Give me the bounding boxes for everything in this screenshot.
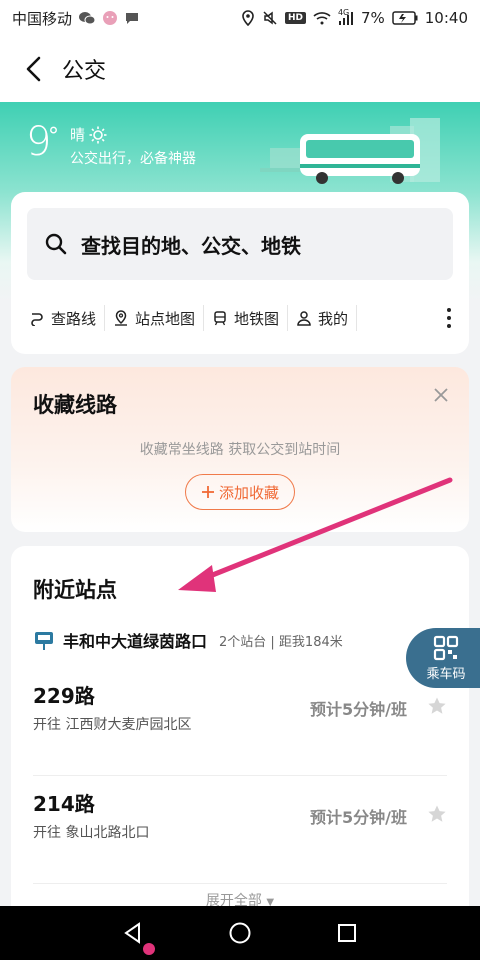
- nearby-stations-card: 附近站点 丰和中大道绿茵路口 2个站台 | 距我184米 229路 开往 江西财…: [11, 546, 469, 926]
- chevron-left-icon: [26, 56, 41, 82]
- touch-indicator-icon: [143, 943, 155, 955]
- sun-icon: [89, 126, 107, 143]
- user-icon: [297, 311, 311, 326]
- status-bar: 中国移动 HD 4G 7% 10:40: [0, 0, 480, 36]
- quick-action-route[interactable]: 查路线: [21, 304, 104, 332]
- station-name: 丰和中大道绿茵路口: [63, 632, 208, 651]
- system-nav-bar: [0, 906, 480, 960]
- temperature-degree: °: [48, 124, 59, 149]
- quick-action-station-map[interactable]: 站点地图: [105, 304, 203, 332]
- route-icon: [31, 313, 43, 326]
- more-dot: [447, 316, 451, 320]
- quick-action-mine[interactable]: 我的: [288, 304, 356, 332]
- search-placeholder: 查找目的地、公交、地铁: [81, 233, 301, 258]
- chat-icon: [124, 10, 140, 26]
- clock: 10:40: [424, 9, 468, 27]
- carrier-label: 中国移动: [12, 9, 73, 28]
- qr-code-icon: [433, 635, 459, 660]
- quick-action-label: 我的: [318, 309, 349, 328]
- page-title: 公交: [62, 59, 107, 84]
- network-type: 4G: [337, 8, 350, 17]
- weather-condition: 晴: [70, 124, 107, 145]
- more-menu-button[interactable]: [447, 308, 451, 328]
- ride-code-label: 乘车码: [426, 666, 466, 682]
- nav-recents-button[interactable]: [332, 918, 362, 948]
- search-icon: [45, 233, 67, 255]
- signal-icon: 4G: [337, 8, 354, 25]
- wifi-icon: [313, 11, 331, 25]
- more-dot: [447, 324, 451, 328]
- route-eta: 预计5分钟/班: [310, 700, 407, 719]
- favorites-card: 收藏线路 收藏常坐线路 获取公交到站时间 添加收藏: [11, 367, 469, 532]
- route-name: 214路: [33, 792, 95, 816]
- title-bar: 公交: [0, 36, 480, 102]
- back-button[interactable]: [20, 55, 48, 83]
- wechat-icon: [78, 11, 96, 25]
- quick-action-label: 站点地图: [135, 309, 196, 328]
- route-eta: 预计5分钟/班: [310, 808, 407, 827]
- mute-icon: [262, 10, 278, 26]
- route-item[interactable]: 229路 开往 江西财大麦庐园北区 预计5分钟/班: [33, 670, 447, 776]
- quick-action-label: 地铁图: [234, 309, 280, 328]
- route-direction: 开往 江西财大麦庐园北区: [33, 717, 192, 733]
- search-card: 查找目的地、公交、地铁 查路线 站点地图 地铁图 我的: [11, 192, 469, 354]
- weather-label: 晴: [70, 126, 86, 144]
- search-input[interactable]: 查找目的地、公交、地铁: [27, 208, 453, 280]
- plus-icon: [201, 486, 214, 498]
- more-dot: [447, 308, 451, 312]
- add-favorite-label: 添加收藏: [218, 484, 279, 502]
- location-icon: [241, 10, 255, 26]
- square-recents-icon: [337, 924, 356, 942]
- quick-action-subway-map[interactable]: 地铁图: [204, 304, 287, 332]
- quick-actions: 查路线 站点地图 地铁图 我的: [11, 300, 469, 336]
- add-favorite-button[interactable]: 添加收藏: [185, 474, 295, 510]
- star-icon[interactable]: [427, 804, 447, 824]
- subway-icon: [214, 311, 226, 326]
- route-direction: 开往 象山北路北口: [33, 825, 150, 841]
- star-icon[interactable]: [427, 696, 447, 716]
- route-item[interactable]: 214路 开往 象山北路北口 预计5分钟/班: [33, 778, 447, 884]
- bus-stop-icon: [35, 632, 53, 650]
- map-pin-icon: [115, 310, 128, 326]
- favorites-title: 收藏线路: [33, 393, 117, 417]
- quick-action-label: 查路线: [51, 309, 97, 328]
- battery-percent: 7%: [360, 9, 385, 27]
- circle-home-icon: [229, 922, 251, 944]
- nearby-title: 附近站点: [33, 578, 117, 602]
- bus-illustration-icon: [260, 118, 440, 184]
- route-name: 229路: [33, 684, 95, 708]
- app-icon: [102, 10, 118, 26]
- station-meta: 2个站台 | 距我184米: [219, 634, 343, 650]
- ride-code-button[interactable]: 乘车码: [406, 628, 480, 688]
- weather-slogan: 公交出行，必备神器: [70, 151, 196, 167]
- close-icon[interactable]: [431, 385, 451, 405]
- nav-home-button[interactable]: [225, 918, 255, 948]
- favorites-description: 收藏常坐线路 获取公交到站时间: [139, 442, 341, 458]
- station-header[interactable]: 丰和中大道绿茵路口 2个站台 | 距我184米: [33, 628, 343, 652]
- hd-badge: HD: [284, 12, 306, 24]
- battery-icon: [392, 11, 418, 25]
- divider: [356, 305, 358, 331]
